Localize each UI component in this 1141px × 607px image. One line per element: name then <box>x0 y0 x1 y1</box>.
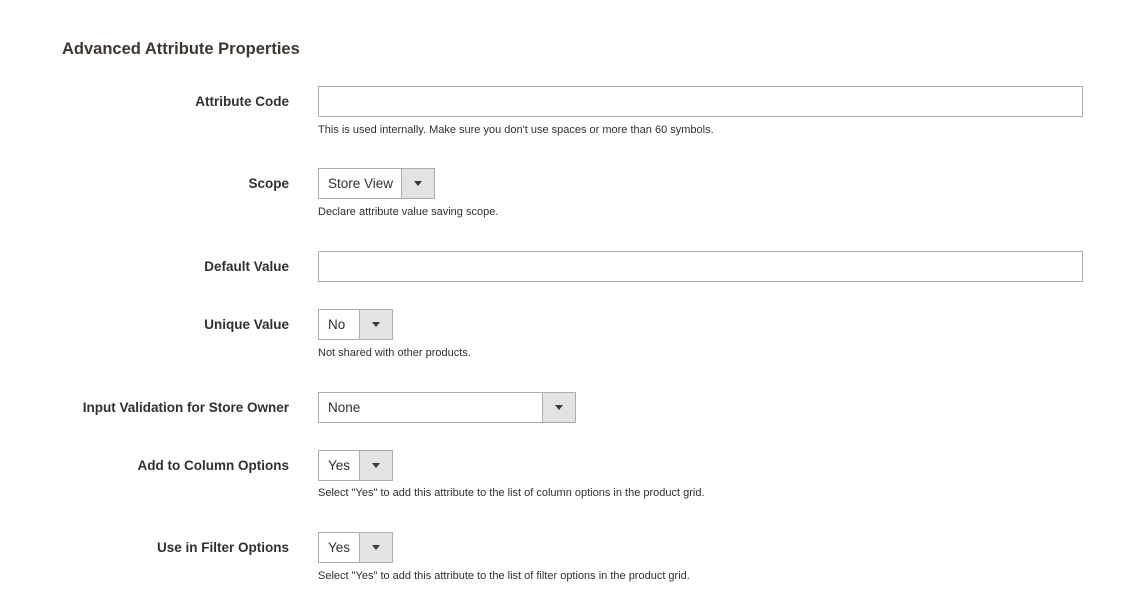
attribute-code-input[interactable] <box>318 86 1083 117</box>
scope-dropdown-button[interactable] <box>401 169 434 198</box>
scope-selected-value: Store View <box>328 176 394 191</box>
attribute-code-label: Attribute Code <box>195 94 289 109</box>
chevron-down-icon <box>414 181 422 186</box>
add-to-column-options-label: Add to Column Options <box>137 458 289 473</box>
use-in-filter-options-dropdown-button[interactable] <box>359 533 392 562</box>
use-in-filter-options-selected-value: Yes <box>328 540 351 555</box>
add-to-column-options-dropdown-button[interactable] <box>359 451 392 480</box>
add-to-column-options-note: Select "Yes" to add this attribute to th… <box>318 487 705 499</box>
scope-label: Scope <box>248 176 289 191</box>
scope-note: Declare attribute value saving scope. <box>318 206 499 218</box>
unique-value-selected-value: No <box>328 317 346 332</box>
input-validation-selected-value: None <box>328 400 361 415</box>
default-value-input[interactable] <box>318 251 1083 282</box>
unique-value-note: Not shared with other products. <box>318 347 471 359</box>
section-title: Advanced Attribute Properties <box>62 40 300 58</box>
unique-value-dropdown-button[interactable] <box>359 310 392 339</box>
add-to-column-options-select[interactable]: Yes <box>318 450 393 481</box>
use-in-filter-options-note: Select "Yes" to add this attribute to th… <box>318 570 690 582</box>
chevron-down-icon <box>372 545 380 550</box>
use-in-filter-options-select[interactable]: Yes <box>318 532 393 563</box>
chevron-down-icon <box>555 405 563 410</box>
scope-select[interactable]: Store View <box>318 168 435 199</box>
chevron-down-icon <box>372 322 380 327</box>
chevron-down-icon <box>372 463 380 468</box>
unique-value-label: Unique Value <box>204 317 289 332</box>
add-to-column-options-selected-value: Yes <box>328 458 351 473</box>
input-validation-select[interactable]: None <box>318 392 576 423</box>
use-in-filter-options-label: Use in Filter Options <box>156 540 289 555</box>
input-validation-dropdown-button[interactable] <box>542 393 575 422</box>
unique-value-select[interactable]: No <box>318 309 393 340</box>
attribute-code-note: This is used internally. Make sure you d… <box>318 124 714 136</box>
default-value-label: Default Value <box>204 259 289 274</box>
input-validation-label: Input Validation for Store Owner <box>82 400 289 415</box>
